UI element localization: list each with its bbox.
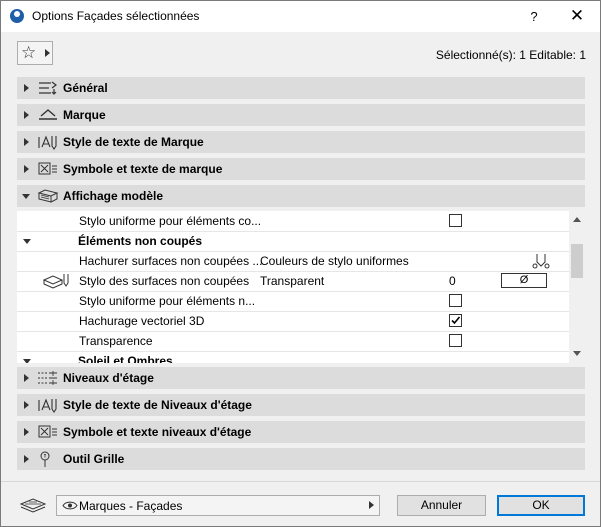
section-label: Général <box>63 81 108 95</box>
layer-value: Marques - Façades <box>79 499 183 513</box>
chevron-right-icon <box>24 401 29 409</box>
footer-divider <box>1 481 600 482</box>
surface-pen-icon <box>43 274 69 289</box>
selection-info: Sélectionné(s): 1 Editable: 1 <box>435 48 586 62</box>
property-name: Stylo des surfaces non coupées <box>79 274 250 288</box>
grid-tool-icon <box>40 451 50 467</box>
property-name: Transparence <box>79 334 153 348</box>
chevron-right-icon <box>24 165 29 173</box>
cancel-button[interactable]: Annuler <box>397 495 486 516</box>
list-item[interactable]: Stylo des surfaces non coupées Transpare… <box>17 271 569 292</box>
scroll-up-icon[interactable] <box>573 217 581 222</box>
group-row-sun-shadows[interactable]: Soleil et Ombres <box>17 351 569 363</box>
section-label: Style de texte de Marque <box>63 135 204 149</box>
group-row-uncut-elements[interactable]: Éléments non coupés <box>17 231 569 252</box>
layer-select[interactable]: Marques - Façades <box>56 495 380 516</box>
section-label: Outil Grille <box>63 452 125 466</box>
scroll-down-icon[interactable] <box>573 351 581 356</box>
chevron-right-icon <box>24 455 29 463</box>
title-bar: Options Façades sélectionnées ? ✕ <box>1 1 600 32</box>
section-symbole-texte-marque[interactable]: Symbole et texte de marque <box>17 158 585 180</box>
archicad-app-icon <box>10 9 24 23</box>
list-item: Stylo uniforme pour éléments n... <box>17 291 569 312</box>
property-name: Stylo uniforme pour éléments n... <box>79 294 256 308</box>
close-button[interactable]: ✕ <box>562 1 592 32</box>
list-item: Stylo uniforme pour éléments co... <box>17 211 569 232</box>
chevron-right-icon <box>45 49 50 57</box>
uniform-pen-uncut-checkbox[interactable] <box>449 294 462 307</box>
list-item: Transparence <box>17 331 569 352</box>
symbol-text-icon <box>38 162 57 175</box>
star-icon: ☆ <box>21 43 37 62</box>
chevron-down-icon <box>22 194 30 199</box>
section-marque[interactable]: Marque <box>17 104 585 126</box>
section-label: Symbole et texte de marque <box>63 162 223 176</box>
section-niveaux-etage[interactable]: Niveaux d'étage <box>17 367 585 389</box>
property-name: Hachurage vectoriel 3D <box>79 314 205 328</box>
section-general[interactable]: Général <box>17 77 585 99</box>
group-label: Éléments non coupés <box>78 234 203 248</box>
chevron-right-icon <box>24 111 29 119</box>
layer-icon[interactable] <box>19 496 47 514</box>
section-label: Marque <box>63 108 106 122</box>
story-levels-icon <box>38 371 57 385</box>
pen-number: 0 <box>449 274 456 288</box>
text-style-icon <box>38 135 57 150</box>
checkmark-icon <box>451 316 461 325</box>
general-settings-icon <box>39 81 57 95</box>
property-name: Stylo uniforme pour éléments co... <box>79 214 262 228</box>
pen-selector[interactable]: Ø <box>501 273 547 288</box>
chevron-right-icon <box>24 374 29 382</box>
vertical-scrollbar[interactable] <box>569 211 585 363</box>
list-item: Hachurage vectoriel 3D <box>17 311 569 332</box>
marker-icon <box>39 109 57 120</box>
chevron-right-icon <box>24 138 29 146</box>
scrollbar-thumb[interactable] <box>571 244 583 278</box>
property-value: Transparent <box>260 274 325 288</box>
section-label: Style de texte de Niveaux d'étage <box>63 398 252 412</box>
section-symbole-texte-niveaux[interactable]: Symbole et texte niveaux d'étage <box>17 421 585 443</box>
text-style-icon <box>38 398 57 413</box>
uniform-pen-cut-checkbox[interactable] <box>449 214 462 227</box>
transparency-checkbox[interactable] <box>449 334 462 347</box>
section-outil-grille[interactable]: Outil Grille <box>17 448 585 470</box>
chevron-right-icon <box>24 428 29 436</box>
group-label: Soleil et Ombres <box>78 354 173 363</box>
chevron-right-icon <box>24 84 29 92</box>
chevron-down-icon <box>23 359 31 363</box>
chevron-down-icon <box>23 239 31 244</box>
ok-button[interactable]: OK <box>497 495 585 516</box>
vectorial-hatching-checkbox[interactable] <box>449 314 462 327</box>
section-label: Niveaux d'étage <box>63 371 154 385</box>
property-name: Hachurer surfaces non coupées ... <box>79 254 263 268</box>
section-style-texte-marque[interactable]: Style de texte de Marque <box>17 131 585 153</box>
property-value: Couleurs de stylo uniformes <box>260 254 409 268</box>
window-title: Options Façades sélectionnées <box>32 9 200 23</box>
section-label: Affichage modèle <box>63 189 164 203</box>
symbol-text-icon <box>38 425 57 438</box>
options-dialog: Options Façades sélectionnées ? ✕ ☆ Séle… <box>0 0 601 527</box>
model-display-panel: Stylo uniforme pour éléments co... Éléme… <box>17 211 585 363</box>
section-affichage-modele[interactable]: Affichage modèle <box>17 185 585 207</box>
help-button[interactable]: ? <box>521 1 547 32</box>
section-label: Symbole et texte niveaux d'étage <box>63 425 252 439</box>
favorites-button[interactable]: ☆ <box>17 41 53 65</box>
chevron-right-icon <box>369 501 374 509</box>
model-display-icon <box>37 189 59 203</box>
eye-icon <box>62 501 78 510</box>
fill-pen-icon[interactable] <box>531 252 551 270</box>
section-style-texte-niveaux[interactable]: Style de texte de Niveaux d'étage <box>17 394 585 416</box>
list-item[interactable]: Hachurer surfaces non coupées ... Couleu… <box>17 251 569 272</box>
